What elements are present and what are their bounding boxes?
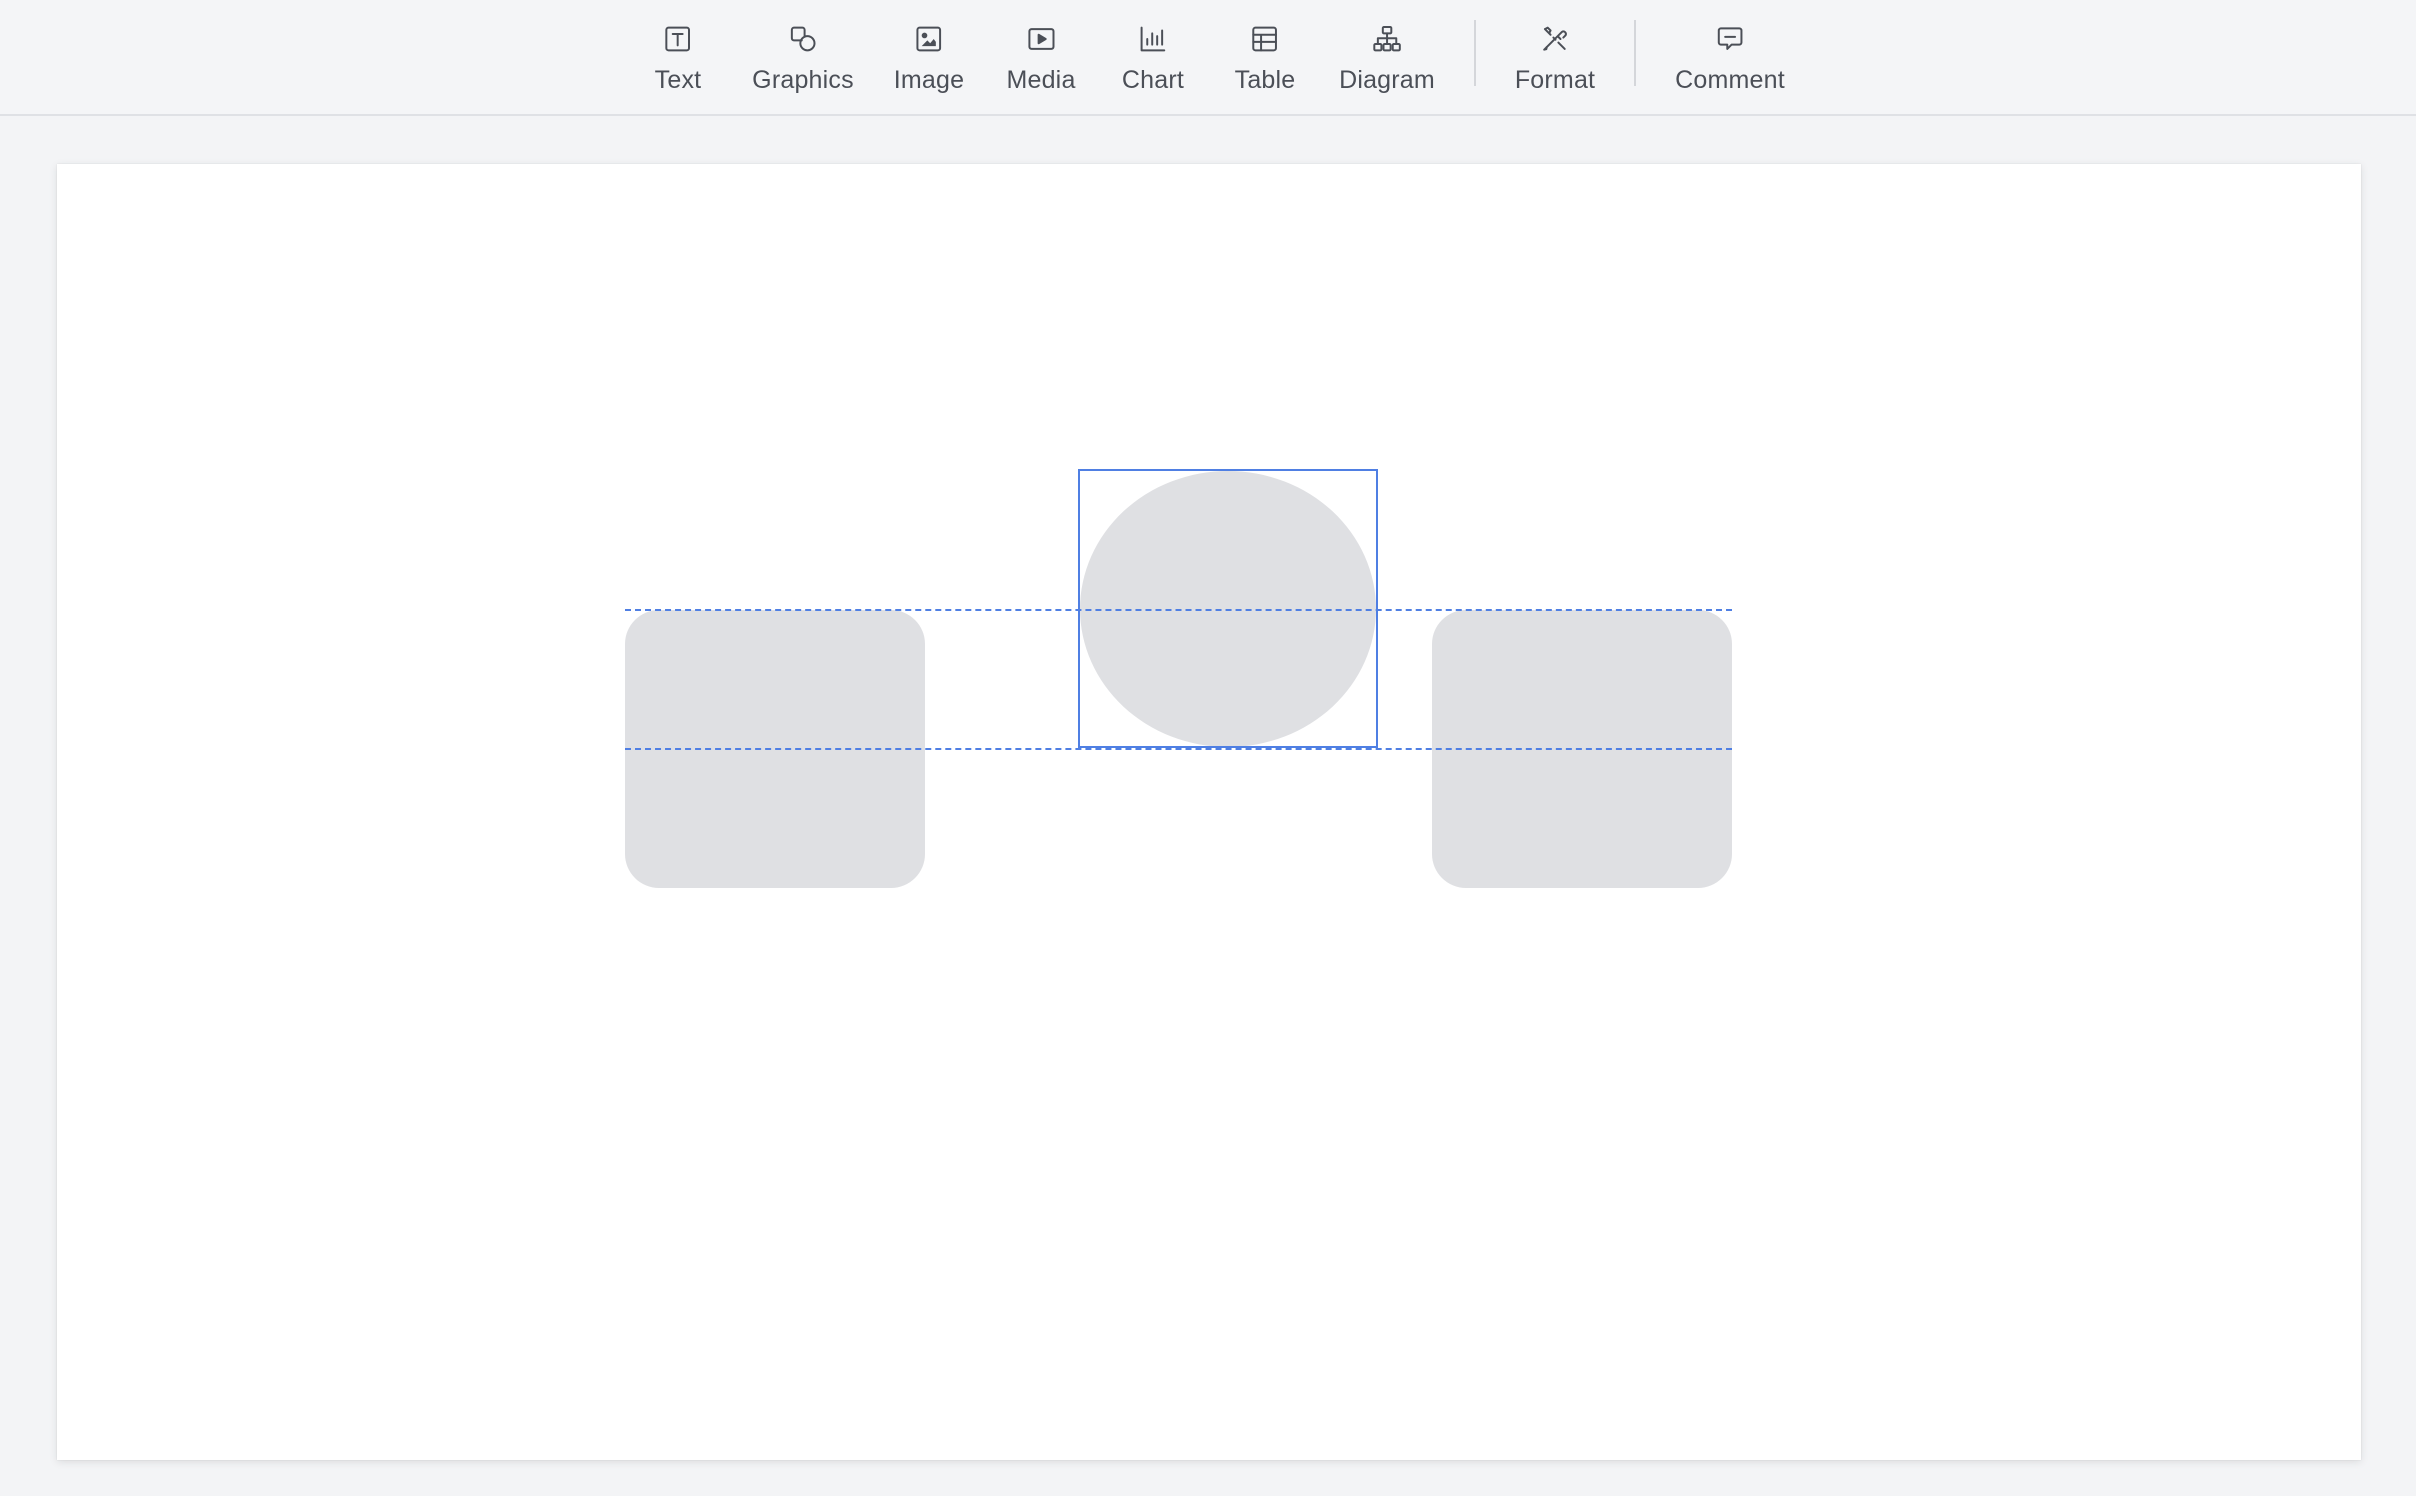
bar-chart-icon <box>1136 22 1170 56</box>
comment-button[interactable]: Comment <box>1675 0 1785 114</box>
ellipse-shape[interactable] <box>1080 471 1376 747</box>
format-tools-icon <box>1538 22 1572 56</box>
media-button-label: Media <box>1006 66 1076 94</box>
graphics-button-label: Graphics <box>752 66 854 94</box>
table-button-label: Table <box>1234 66 1296 94</box>
comment-button-label: Comment <box>1675 66 1785 94</box>
chart-button-label: Chart <box>1121 66 1185 94</box>
shapes-icon <box>786 22 820 56</box>
format-button-label: Format <box>1514 66 1596 94</box>
diagram-button[interactable]: Diagram <box>1339 0 1435 114</box>
format-button[interactable]: Format <box>1515 0 1595 114</box>
toolbar: Text Graphics Image Media Chart Table Di… <box>0 0 2416 116</box>
play-icon <box>1024 22 1058 56</box>
chart-button[interactable]: Chart <box>1122 0 1184 114</box>
text-box-icon <box>661 22 695 56</box>
slide-canvas[interactable] <box>57 164 2361 1460</box>
diagram-button-label: Diagram <box>1339 66 1435 94</box>
rounded-rectangle-shape-right[interactable] <box>1432 610 1732 888</box>
hierarchy-icon <box>1370 22 1404 56</box>
toolbar-divider <box>1474 20 1476 86</box>
text-button-label: Text <box>654 66 702 94</box>
table-icon <box>1248 22 1282 56</box>
toolbar-divider <box>1634 20 1636 86</box>
comment-icon <box>1713 22 1747 56</box>
graphics-button[interactable]: Graphics <box>752 0 854 114</box>
image-button-label: Image <box>893 66 965 94</box>
table-button[interactable]: Table <box>1235 0 1296 114</box>
text-button[interactable]: Text <box>655 0 702 114</box>
media-button[interactable]: Media <box>1006 0 1075 114</box>
image-icon <box>912 22 946 56</box>
rounded-rectangle-shape-left[interactable] <box>625 610 925 888</box>
image-button[interactable]: Image <box>894 0 964 114</box>
